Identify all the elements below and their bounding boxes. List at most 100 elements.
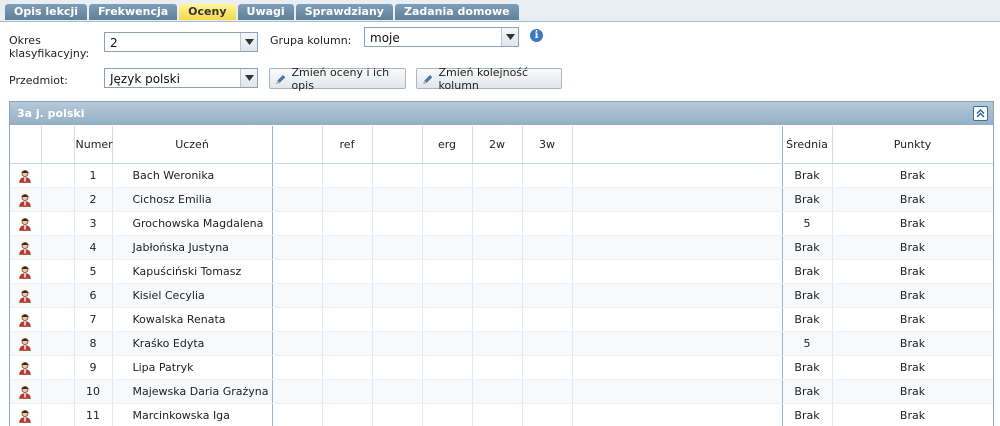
student-cell[interactable] — [10, 259, 42, 284]
grade-cell[interactable] — [322, 283, 373, 308]
uczen-cell[interactable]: Kraśko Edyta — [112, 331, 273, 356]
chevron-down-icon[interactable] — [240, 69, 257, 87]
table-row[interactable]: 6 Kisiel Cecylia Brak Brak — [10, 283, 993, 308]
grade-cell[interactable] — [522, 355, 573, 380]
grade-cell[interactable] — [472, 403, 523, 426]
grade-cell[interactable] — [372, 379, 423, 404]
collapse-icon[interactable] — [973, 106, 988, 121]
grade-cell[interactable] — [372, 235, 423, 260]
grade-cell[interactable] — [372, 187, 423, 212]
uczen-cell[interactable]: Cichosz Emilia — [112, 187, 273, 212]
table-row[interactable]: 7 Kowalska Renata Brak Brak — [10, 307, 993, 332]
grade-cell[interactable] — [272, 163, 323, 188]
grade-cell[interactable] — [322, 259, 373, 284]
grade-cell[interactable] — [322, 403, 373, 426]
grade-cell[interactable] — [472, 331, 523, 356]
table-row[interactable]: 11 Marcinkowska Iga Brak Brak — [10, 403, 993, 426]
grade-cell[interactable] — [472, 211, 523, 236]
tab-uwagi[interactable]: Uwagi — [237, 4, 294, 20]
header-ref[interactable]: ref — [322, 126, 373, 164]
student-icon[interactable] — [18, 241, 32, 255]
tab-zadania-domowe[interactable]: Zadania domowe — [394, 4, 519, 20]
grade-cell[interactable] — [472, 379, 523, 404]
table-row[interactable]: 4 Jabłońska Justyna Brak Brak — [10, 235, 993, 260]
uczen-cell[interactable]: Kowalska Renata — [112, 307, 273, 332]
grade-cell[interactable] — [322, 307, 373, 332]
table-row[interactable]: 9 Lipa Patryk Brak Brak — [10, 355, 993, 380]
grade-cell[interactable] — [522, 211, 573, 236]
grade-cell[interactable] — [272, 331, 323, 356]
student-icon[interactable] — [18, 169, 32, 183]
grade-cell[interactable] — [272, 355, 323, 380]
grade-cell[interactable] — [422, 403, 473, 426]
table-row[interactable]: 5 Kapuściński Tomasz Brak Brak — [10, 259, 993, 284]
grade-cell[interactable] — [522, 307, 573, 332]
uczen-cell[interactable]: Grochowska Magdalena — [112, 211, 273, 236]
student-cell[interactable] — [10, 187, 42, 212]
student-icon[interactable] — [18, 409, 32, 423]
grade-cell[interactable] — [422, 379, 473, 404]
grade-cell[interactable] — [472, 259, 523, 284]
grade-cell[interactable] — [322, 187, 373, 212]
header-punkty[interactable]: Punkty — [832, 126, 993, 164]
grade-cell[interactable] — [472, 355, 523, 380]
table-row[interactable]: 1 Bach Weronika Brak Brak — [10, 163, 993, 188]
student-cell[interactable] — [10, 307, 42, 332]
grade-cell[interactable] — [422, 163, 473, 188]
grade-cell[interactable] — [522, 283, 573, 308]
grade-cell[interactable] — [522, 163, 573, 188]
grade-cell[interactable] — [422, 307, 473, 332]
student-icon[interactable] — [18, 193, 32, 207]
header-col-3[interactable] — [372, 126, 423, 164]
grade-cell[interactable] — [472, 163, 523, 188]
grade-cell[interactable] — [472, 235, 523, 260]
grade-cell[interactable] — [322, 379, 373, 404]
grade-cell[interactable] — [372, 331, 423, 356]
header-srednia[interactable]: Średnia — [782, 126, 833, 164]
grade-cell[interactable] — [272, 187, 323, 212]
student-icon[interactable] — [18, 289, 32, 303]
student-icon[interactable] — [18, 361, 32, 375]
grade-cell[interactable] — [422, 259, 473, 284]
grade-cell[interactable] — [272, 235, 323, 260]
student-icon[interactable] — [18, 385, 32, 399]
grade-cell[interactable] — [422, 187, 473, 212]
grade-cell[interactable] — [422, 211, 473, 236]
grade-cell[interactable] — [322, 163, 373, 188]
grade-cell[interactable] — [372, 163, 423, 188]
grupa-select[interactable]: moje — [364, 27, 519, 47]
grade-cell[interactable] — [322, 235, 373, 260]
tab-sprawdziany[interactable]: Sprawdziany — [295, 4, 393, 20]
zmien-kolejnosc-button[interactable]: Zmień kolejność kolumn — [416, 66, 562, 92]
info-icon[interactable]: i — [530, 29, 543, 42]
student-cell[interactable] — [10, 211, 42, 236]
grade-cell[interactable] — [472, 307, 523, 332]
tab-frekwencja[interactable]: Frekwencja — [88, 4, 178, 20]
grade-cell[interactable] — [322, 331, 373, 356]
student-icon[interactable] — [18, 217, 32, 231]
grade-cell[interactable] — [272, 379, 323, 404]
grade-cell[interactable] — [472, 283, 523, 308]
grade-cell[interactable] — [522, 403, 573, 426]
header-3w[interactable]: 3w — [522, 126, 573, 164]
zmien-oceny-button[interactable]: Zmień oceny i ich opis — [269, 66, 406, 92]
grade-cell[interactable] — [522, 331, 573, 356]
student-cell[interactable] — [10, 355, 42, 380]
grade-cell[interactable] — [372, 259, 423, 284]
header-2w[interactable]: 2w — [472, 126, 523, 164]
grade-cell[interactable] — [422, 331, 473, 356]
student-cell[interactable] — [10, 331, 42, 356]
grade-cell[interactable] — [272, 283, 323, 308]
grade-cell[interactable] — [472, 187, 523, 212]
przedmiot-select[interactable]: Język polski — [104, 68, 258, 88]
tab-opis-lekcji[interactable]: Opis lekcji — [5, 4, 87, 20]
grade-cell[interactable] — [372, 355, 423, 380]
grade-cell[interactable] — [522, 187, 573, 212]
grade-cell[interactable] — [372, 307, 423, 332]
chevron-down-icon[interactable] — [240, 33, 257, 51]
grade-cell[interactable] — [272, 403, 323, 426]
okres-select[interactable]: 2 — [104, 32, 258, 52]
uczen-cell[interactable]: Kisiel Cecylia — [112, 283, 273, 308]
grade-cell[interactable] — [322, 355, 373, 380]
uczen-cell[interactable]: Majewska Daria Grażyna — [112, 379, 273, 404]
